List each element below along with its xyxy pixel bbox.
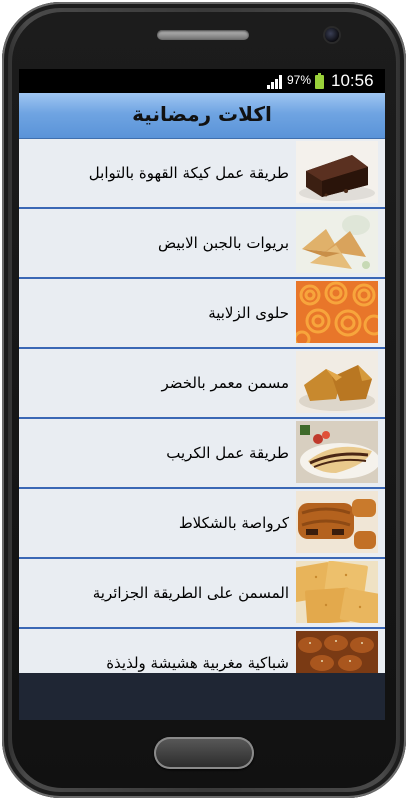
- coffee-cake-image: [296, 141, 378, 203]
- algerian-msemen-image: [296, 561, 378, 623]
- recipe-list[interactable]: طريقة عمل كيكة القهوة بالتوابل بريوات با…: [19, 139, 385, 673]
- bottom-area: [19, 673, 385, 720]
- app-title-bar: اكلات رمضانية: [19, 93, 385, 139]
- recipe-title: بريوات بالجبن الابيض: [158, 234, 289, 252]
- list-item[interactable]: طريقة عمل الكريب: [19, 419, 385, 489]
- status-bar: 97% 10:56: [19, 69, 385, 93]
- clock: 10:56: [331, 71, 374, 90]
- battery-icon: [315, 73, 324, 89]
- home-button[interactable]: [154, 737, 254, 769]
- zalabia-image: [296, 281, 378, 343]
- recipe-title: المسمن على الطريقة الجزائرية: [92, 584, 289, 602]
- list-item[interactable]: كرواصة بالشكلاط: [19, 489, 385, 559]
- front-camera: [325, 28, 339, 42]
- chocolate-croissant-image: [296, 491, 378, 553]
- chebakia-image: [296, 631, 378, 673]
- list-item[interactable]: شباكية مغربية هشيشة ولذيذة: [19, 629, 385, 673]
- recipe-title: شباكية مغربية هشيشة ولذيذة: [106, 654, 289, 672]
- list-item[interactable]: بريوات بالجبن الابيض: [19, 209, 385, 279]
- briouats-image: [296, 211, 378, 273]
- app-title: اكلات رمضانية: [132, 102, 272, 126]
- earpiece-speaker: [157, 30, 249, 40]
- recipe-title: حلوى الزلابية: [208, 304, 289, 322]
- list-item[interactable]: حلوى الزلابية: [19, 279, 385, 349]
- list-item[interactable]: المسمن على الطريقة الجزائرية: [19, 559, 385, 629]
- screen: 97% 10:56 اكلات رمضانية طريقة عمل كيكة ا…: [19, 69, 385, 720]
- recipe-title: طريقة عمل كيكة القهوة بالتوابل: [88, 164, 289, 182]
- stuffed-msemen-image: [296, 351, 378, 413]
- recipe-title: طريقة عمل الكريب: [166, 444, 289, 462]
- recipe-title: مسمن معمر بالخضر: [161, 374, 289, 392]
- list-item[interactable]: مسمن معمر بالخضر: [19, 349, 385, 419]
- signal-icon: [267, 75, 282, 89]
- list-item[interactable]: طريقة عمل كيكة القهوة بالتوابل: [19, 139, 385, 209]
- crepe-image: [296, 421, 378, 483]
- recipe-title: كرواصة بالشكلاط: [178, 514, 289, 532]
- battery-percent: 97%: [287, 73, 312, 87]
